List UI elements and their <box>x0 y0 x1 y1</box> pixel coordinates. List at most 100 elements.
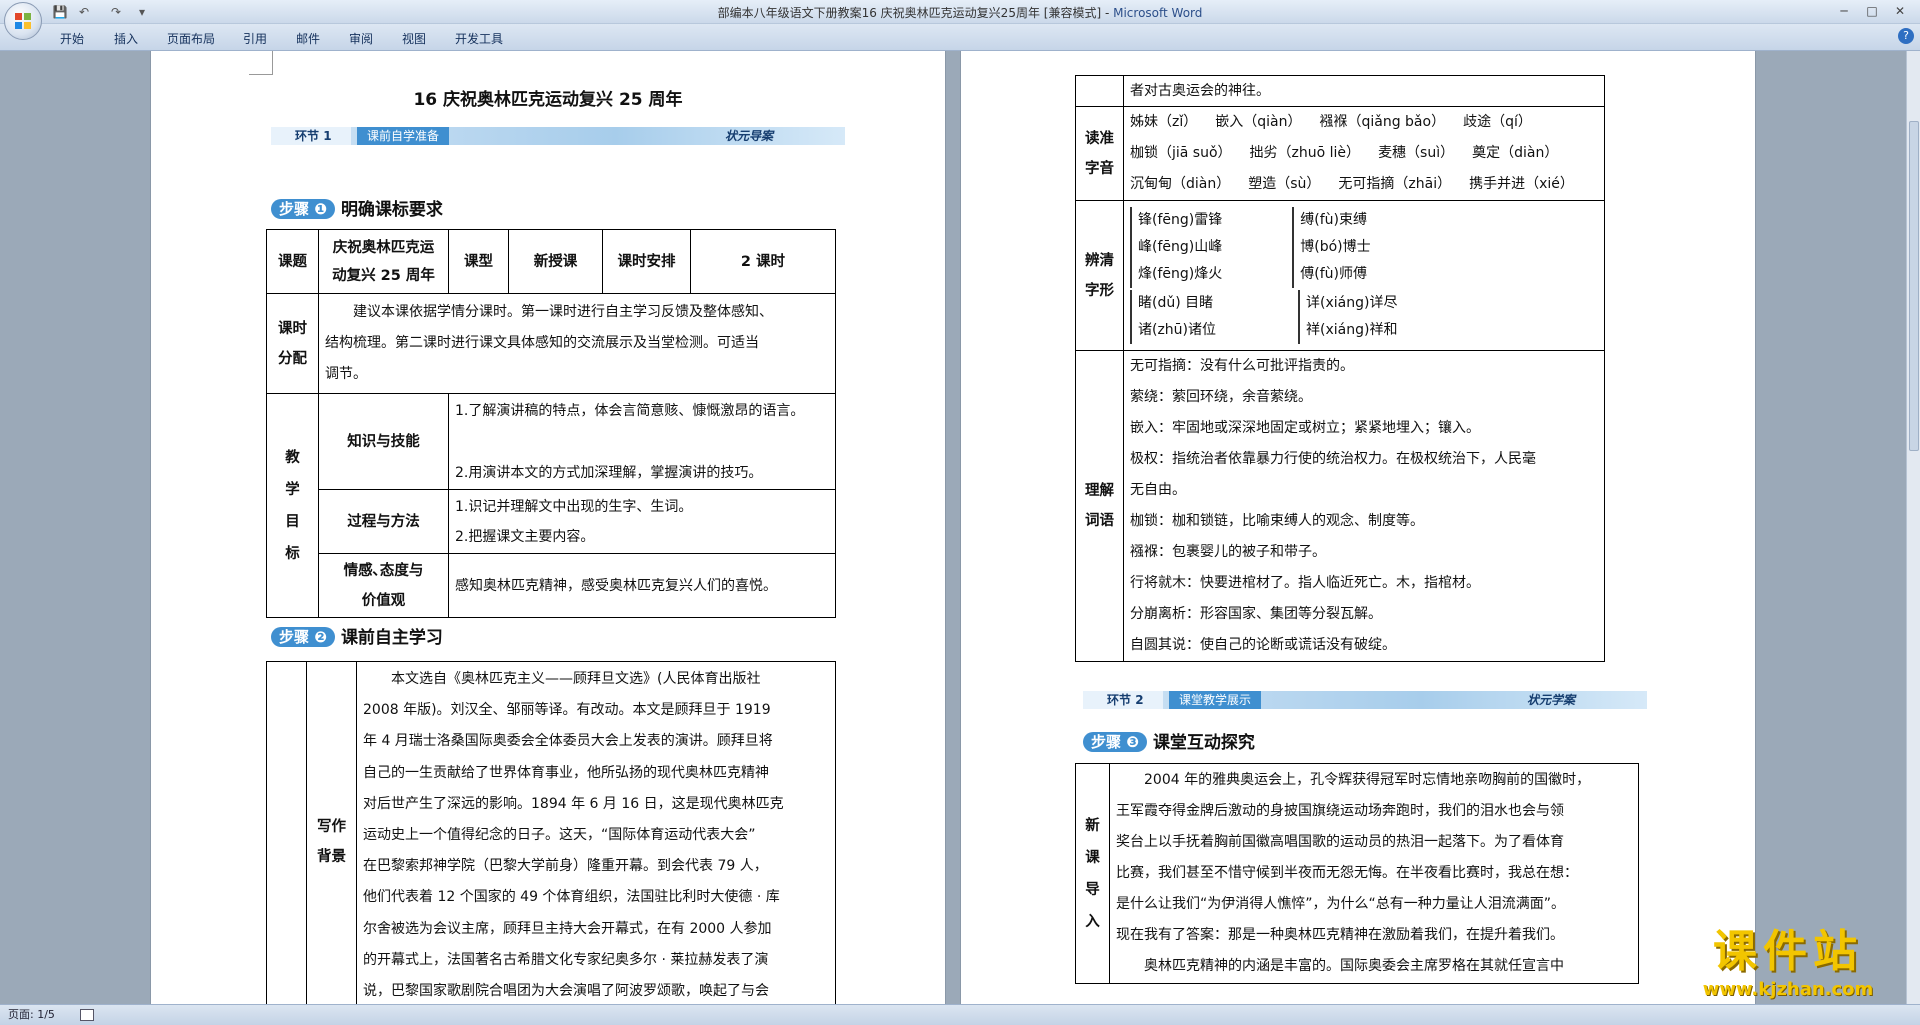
redo-icon[interactable]: ↷ <box>108 4 124 20</box>
cell-label-process: 过程与方法 <box>318 489 449 554</box>
pronunciation-item: 枷锁（jiā suǒ） <box>1130 145 1232 161</box>
vertical-scrollbar[interactable] <box>1906 51 1920 1004</box>
cell-label-read-2: 字音 <box>1085 160 1114 177</box>
banner-number: 1 <box>323 129 332 143</box>
minimize-button[interactable]: ─ <box>1832 2 1856 20</box>
step-1-heading: 步骤 ❶ 明确课标要求 <box>271 199 443 221</box>
proofing-icon[interactable] <box>80 1009 94 1021</box>
step-pill: 步骤 ❶ <box>271 199 335 219</box>
background-text: 本文选自《奥林匹克主义——顾拜旦文选》(人民体育出版社 2008 年版)。刘汉全、… <box>356 661 836 1004</box>
background-table: 写作 背景 本文选自《奥林匹克主义——顾拜旦文选》(人民体育出版社 2008 年版)… <box>266 661 836 1004</box>
tab-mailings[interactable]: 邮件 <box>296 30 320 47</box>
pronunciation-item: 襁褓（qiǎng bǎo） <box>1319 114 1446 130</box>
customize-quick-access-icon[interactable]: ▾ <box>134 4 150 20</box>
intro-line: 现在我有了答案：那是一种奥林匹克精神在激励着我们，在提升着我们。 <box>1116 927 1564 943</box>
cell-type-value: 新授课 <box>508 229 603 294</box>
banner-topic: 课堂教学展示 <box>1169 691 1262 709</box>
definition-line: 无可指摘：没有什么可批评指责的。 <box>1130 358 1354 374</box>
intro-line: 奥林匹克精神的内涵是丰富的。国际奥委会主席罗格在其就任宣言中 <box>1144 958 1564 974</box>
office-button[interactable] <box>4 2 42 40</box>
alloc-line-2: 结构梳理。第二课时进行课文具体感知的交流展示及当堂检测。可适当 <box>325 335 759 351</box>
scroll-thumb[interactable] <box>1909 121 1919 451</box>
page-2: 者对古奥运会的神往。 读准 字音 姊妹（zǐ） 嵌入（qiàn） 襁褓（qiǎng b… <box>960 51 1756 1004</box>
character-shape-list: 锋(fēng)雷锋 峰(fēng)山峰 烽(fēng)烽火 缚(fù)束缚 博(bó)博… <box>1123 200 1605 351</box>
background-line: 尔舍被选为会议主席，顾拜旦主持大会开幕式，在有 2000 人参加 <box>363 920 772 937</box>
cell-label-knowledge: 知识与技能 <box>318 393 449 490</box>
shape-item: 峰(fēng)山峰 <box>1138 239 1223 255</box>
definition-line: 嵌入：牢固地或深深地固定或树立；紧紧地埋入；镶入。 <box>1130 420 1480 436</box>
cell-label-words-1: 理解 <box>1085 483 1114 499</box>
tab-home[interactable]: 开始 <box>60 30 84 47</box>
cell-label-bg-1: 写作 <box>317 818 346 835</box>
section-banner-1: 环节 1 课前自学准备 状元导案 <box>271 127 845 145</box>
window-title: 部编本八年级语文下册教案16 庆祝奥林匹克运动复兴25周年 [兼容模式] - M… <box>717 6 1203 20</box>
knowledge-goal-2: 2.用演讲本文的方式加深理解，掌握演讲的技巧。 <box>455 464 763 481</box>
cell-label-emotion-1: 情感､态度与 <box>343 562 424 579</box>
background-line: 对后世产生了深远的影响。1894 年 6 月 16 日，这是现代奥林匹克 <box>363 795 784 812</box>
cell-label-alloc-2: 分配 <box>278 350 307 367</box>
intro-line: 是什么让我们“为伊消得人憔悴”，为什么“总有一种力量让人泪流满面”。 <box>1116 896 1566 912</box>
tab-developer[interactable]: 开发工具 <box>455 30 503 47</box>
intro-line: 奖台上以手抚着胸前国徽高唱国歌的运动员的热泪一起落下。为了看体育 <box>1116 834 1564 850</box>
shape-item: 祥(xiáng)祥和 <box>1306 322 1398 338</box>
background-line: 他们代表着 12 个国家的 49 个体育组织，法国驻比利时大使德 · 库 <box>363 889 780 906</box>
shape-item: 傅(fù)师傅 <box>1300 266 1367 282</box>
step-pill: 步骤 ❷ <box>271 627 335 647</box>
cell-label-words-2: 词语 <box>1085 513 1114 529</box>
cell-topic-line1: 庆祝奥林匹克运 <box>332 239 435 256</box>
tab-references[interactable]: 引用 <box>243 30 267 47</box>
shape-item: 博(bó)博士 <box>1300 239 1371 255</box>
tab-insert[interactable]: 插入 <box>114 30 138 47</box>
pronunciation-item: 歧途（qí） <box>1463 114 1532 130</box>
pronunciation-row: 姊妹（zǐ） 嵌入（qiàn） 襁褓（qiǎng bǎo） 歧途（qí） <box>1130 107 1598 138</box>
process-goal-2: 2.把握课文主要内容。 <box>455 528 595 545</box>
tab-review[interactable]: 审阅 <box>349 30 373 47</box>
banner-number: 2 <box>1135 693 1144 707</box>
process-goal-1: 1.识记并理解文中出现的生字、生词。 <box>455 498 693 515</box>
continued-line: 者对古奥运会的神往。 <box>1123 75 1605 107</box>
tab-view[interactable]: 视图 <box>402 30 426 47</box>
step-title: 课堂互动探究 <box>1152 733 1255 753</box>
cell-label-topic: 课题 <box>266 229 319 294</box>
shape-item: 锋(fēng)雷锋 <box>1138 212 1223 228</box>
background-line: 的开幕式上，法国著名古希腊文化专家纪奥多尔 · 莱拉赫发表了演 <box>363 951 769 968</box>
tab-page-layout[interactable]: 页面布局 <box>167 30 215 47</box>
intro-line: 比赛，我们甚至不惜守候到半夜而无怨无悔。在半夜看比赛时，我总在想： <box>1116 865 1578 881</box>
app-name: Microsoft Word <box>1113 6 1203 20</box>
watermark-title: 课件站 <box>1713 926 1863 977</box>
intro-line: 2004 年的雅典奥运会上，孔令辉获得冠军时忘情地亲吻胸前的国徽时， <box>1144 772 1591 788</box>
help-icon[interactable]: ? <box>1898 28 1914 44</box>
alloc-line-3: 调节。 <box>325 366 367 382</box>
intro-text: 2004 年的雅典奥运会上，孔令辉获得冠军时忘情地亲吻胸前的国徽时， 王军霞夺得金… <box>1109 763 1639 984</box>
save-icon[interactable]: 💾 <box>52 4 68 20</box>
pronunciation-item: 拙劣（zhuō liè） <box>1249 145 1361 161</box>
shape-item: 详(xiáng)详尽 <box>1306 295 1398 311</box>
close-button[interactable]: ✕ <box>1888 2 1912 20</box>
cell-label-schedule: 课时安排 <box>602 229 691 294</box>
shape-group-3: 睹(dǔ) 目睹 诸(zhū)诸位 <box>1130 290 1216 344</box>
knowledge-goal-1: 1.了解演讲稿的特点，体会言简意赅、慷慨激昂的语言。 <box>455 402 805 419</box>
vocab-table: 者对古奥运会的神往。 读准 字音 姊妹（zǐ） 嵌入（qiàn） 襁褓（qiǎng b… <box>1075 75 1605 662</box>
background-line: 本文选自《奥林匹克主义——顾拜旦文选》(人民体育出版社 <box>391 671 761 687</box>
step-title: 明确课标要求 <box>340 200 443 220</box>
page-count: 页面: 1/5 <box>8 1008 55 1021</box>
definition-line: 分崩离析：形容国家、集团等分裂瓦解。 <box>1130 606 1382 622</box>
maximize-button[interactable]: □ <box>1860 2 1884 20</box>
cell-label-alloc-1: 课时 <box>278 320 307 337</box>
undo-icon[interactable]: ↶ <box>76 4 92 20</box>
page-1: 16 庆祝奥林匹克运动复兴 25 周年 环节 1 课前自学准备 状元导案 步骤 … <box>150 51 946 1004</box>
step-3-heading: 步骤 ❸ 课堂互动探究 <box>1083 732 1255 754</box>
banner-label: 环节 <box>295 129 320 143</box>
alloc-line-1: 建议本课依据学情分课时。第一课时进行自主学习反馈及整体感知、 <box>353 304 773 320</box>
pronunciation-item: 携手并进（xié） <box>1469 176 1574 192</box>
emotion-goal: 感知奥林匹克精神，感受奥林匹克复兴人们的喜悦。 <box>448 553 836 618</box>
section-banner-2: 环节 2 课堂教学展示 状元学案 <box>1083 691 1647 709</box>
background-line: 在巴黎索邦神学院（巴黎大学前身）隆重开幕。到会代表 79 人， <box>363 858 768 875</box>
cell-label-emotion-2: 价值观 <box>361 592 406 609</box>
pronunciation-item: 姊妹（zǐ） <box>1130 114 1198 130</box>
banner-label: 环节 <box>1107 693 1132 707</box>
pronunciation-item: 麦穗（suì） <box>1378 145 1455 161</box>
definition-line: 极权：指统治者依靠暴力行使的统治权力。在极权统治下，人民毫 <box>1130 451 1536 467</box>
intro-line: 王军霞夺得金牌后激动的身披国旗绕运动场奔跑时，我们的泪水也会与领 <box>1116 803 1564 819</box>
background-line: 年 4 月瑞士洛桑国际奥委会全体委员大会上发表的演讲。顾拜旦将 <box>363 733 773 750</box>
